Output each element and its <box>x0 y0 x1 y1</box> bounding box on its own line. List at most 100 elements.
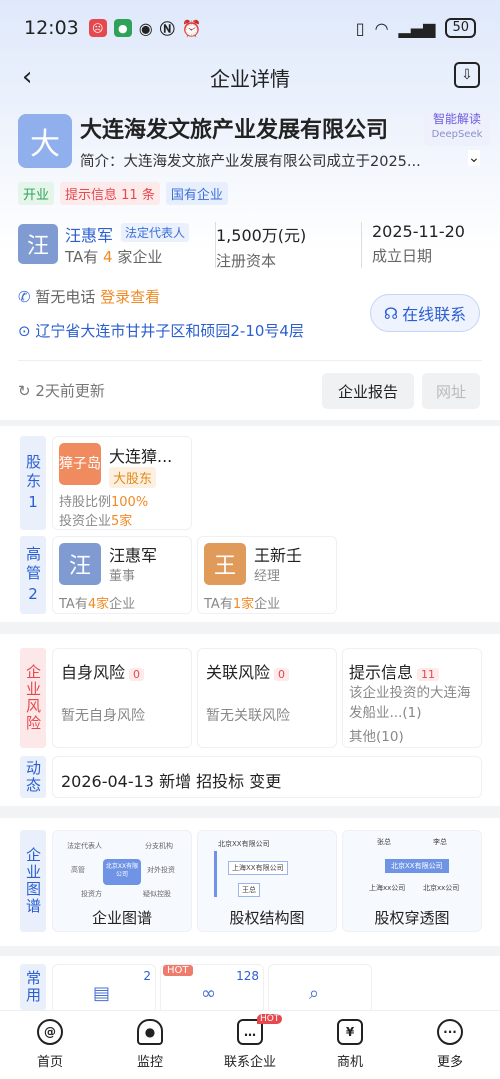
graph-label: 企业图谱 <box>20 830 46 932</box>
phone-icon: ✆ <box>18 288 31 306</box>
common-label: 常用 <box>20 964 46 1010</box>
document-icon: ▤ <box>93 983 111 1004</box>
shareholder-invest-label: 投资企业 <box>59 514 112 529</box>
status-icons: ☹ ● ◉ Ⓝ ⏰ <box>88 18 202 39</box>
graph-node: 张总 <box>377 838 391 846</box>
executive-name: 王新壬 <box>254 546 303 565</box>
people-card: 股东 1 獐子岛 大连獐... 大股东 持股比例100% 投资企业5家 高管 2 汪… <box>0 426 500 622</box>
executive-companies-count: 1家 <box>232 597 255 612</box>
dynamic-label: 动态 <box>20 756 46 798</box>
major-shareholder-badge: 大股东 <box>109 467 157 488</box>
tab-monitor[interactable]: ● 监控 <box>100 1011 200 1079</box>
common-label-text: 常用 <box>24 970 42 1004</box>
tab-label: 商机 <box>336 1055 363 1070</box>
legal-rep-name[interactable]: 汪惠军 <box>65 222 113 246</box>
graph-node: 高管 <box>71 866 85 874</box>
tab-contact[interactable]: HOT … 联系企业 <box>200 1011 300 1079</box>
capital-value: 1,500万(元) <box>216 226 307 245</box>
risk-self-title-text: 自身风险 <box>61 663 126 682</box>
graph-node: 北京XX有限公司 <box>385 859 449 873</box>
shareholder-name: 大连獐... <box>109 447 173 466</box>
ai-sub-label: DeepSeek <box>431 129 483 140</box>
update-info: ↻ 2天前更新 <box>18 380 105 401</box>
shareholder-invest: 投资企业5家 <box>59 510 132 529</box>
hot-badge: HOT <box>163 965 193 976</box>
divider <box>18 360 482 361</box>
executive-avatar: 汪 <box>59 543 101 585</box>
executive-companies-pre: TA有 <box>204 597 233 612</box>
legal-rep-companies[interactable]: TA有 4 家企业 <box>65 246 162 267</box>
graph-node: 李总 <box>433 838 447 846</box>
shareholder-ratio-value: 100% <box>111 495 149 510</box>
risk-self-item[interactable]: 自身风险 0 暂无自身风险 <box>52 648 192 748</box>
risk-related-count: 0 <box>274 668 290 681</box>
tab-home[interactable]: @ 首页 <box>0 1011 100 1079</box>
capital-label: 注册资本 <box>216 252 277 270</box>
dynamic-item[interactable]: 2026-04-13 新增 招投标 变更 <box>52 756 482 798</box>
eye-icon: ◉ <box>138 18 153 38</box>
graph-node: 疑似控股 <box>143 890 171 898</box>
risk-label: 企业风险 <box>20 648 46 748</box>
executive-companies-post: 企业 <box>109 597 136 612</box>
download-icon[interactable]: ⇩ <box>454 62 480 88</box>
risk-hint-item[interactable]: 提示信息 11 该企业投资的大连海发船业...(1) 其他(10) <box>342 648 482 748</box>
address-row[interactable]: ⊙ 辽宁省大连市甘井子区和硕园2-10号4层 <box>18 320 304 341</box>
tab-label: 更多 <box>436 1055 463 1070</box>
common-tool-item[interactable]: ⌕ <box>268 964 372 1016</box>
expand-chevron-icon[interactable]: ⌄ <box>467 150 480 166</box>
common-tool-count: 128 <box>236 969 259 983</box>
wifi-icon: ◠ <box>374 18 389 38</box>
login-view-link[interactable]: 登录查看 <box>100 288 160 306</box>
phone-row: ✆ 暂无电话 登录查看 <box>18 286 160 307</box>
risk-hint-title-text: 提示信息 <box>349 663 414 682</box>
graph-item-equity-penetration[interactable]: 张总 李总 北京XX有限公司 上海xx公司 北京xx公司 股权穿透图 <box>342 830 482 932</box>
shareholder-ratio-label: 持股比例 <box>59 495 112 510</box>
executive-role: 董事 <box>109 569 136 584</box>
home-icon: @ <box>37 1019 63 1045</box>
link-icon: ∞ <box>201 983 216 1004</box>
online-contact-label: 在线联系 <box>402 305 467 324</box>
shareholder-item[interactable]: 獐子岛 大连獐... 大股东 持股比例100% 投资企业5家 <box>52 436 192 530</box>
graph-item-enterprise[interactable]: 北京XX有限公司 法定代表人 分支机构 高管 对外投资 投资方 疑似控股 企业图… <box>52 830 192 932</box>
founded-label: 成立日期 <box>372 247 433 265</box>
risk-hint-desc: 该企业投资的大连海发船业...(1) <box>349 685 471 721</box>
executive-item[interactable]: 王 王新壬 经理 TA有1家企业 <box>197 536 337 614</box>
tag-status: 开业 <box>18 182 55 205</box>
company-brief-text: 简介：大连海发文旅产业发展有限公司成立于2025... <box>80 154 421 170</box>
company-logo: 大 <box>18 114 72 168</box>
back-icon[interactable]: ‹ <box>22 62 32 92</box>
executive-companies: TA有1家企业 <box>204 593 280 612</box>
ai-analysis-button[interactable]: 智能解读 DeepSeek <box>424 110 490 146</box>
tab-more[interactable]: ··· 更多 <box>400 1011 500 1079</box>
company-brief[interactable]: 简介：大连海发文旅产业发展有限公司成立于2025... ⌄ <box>80 150 480 171</box>
legal-rep-avatar[interactable]: 汪 <box>18 224 58 264</box>
wechat-icon: ● <box>113 19 132 37</box>
graph-item-equity-structure[interactable]: 北京XX有限公司 上海XX有限公司 王总 股权结构图 <box>197 830 337 932</box>
tag-alert[interactable]: 提示信息 11 条 <box>60 182 160 205</box>
graph-node: 上海XX有限公司 <box>228 861 288 875</box>
key-info-row: 汪 汪惠军 法定代表人 TA有 4 家企业 1,500万(元) 注册资本 202… <box>18 222 482 270</box>
graph-node: 王总 <box>238 883 260 897</box>
dnd-icon: ☹ <box>88 19 107 37</box>
common-card: 常用 2 ▤ HOT 128 ∞ ⌕ <box>0 956 500 1016</box>
common-tool-item[interactable]: HOT 128 ∞ <box>160 964 264 1016</box>
phone-text: 暂无电话 <box>35 288 96 306</box>
common-tool-item[interactable]: 2 ▤ <box>52 964 156 1016</box>
graph-node: 法定代表人 <box>67 842 102 850</box>
graph-node: 分支机构 <box>145 842 173 850</box>
tab-opportunity[interactable]: ¥ 商机 <box>300 1011 400 1079</box>
legal-rep-sub-post: 家企业 <box>117 248 163 266</box>
tab-label: 联系企业 <box>223 1055 276 1070</box>
report-button[interactable]: 企业报告 <box>322 373 414 409</box>
risk-self-count: 0 <box>129 668 145 681</box>
shareholder-avatar: 獐子岛 <box>59 443 101 485</box>
update-text: 2天前更新 <box>35 382 105 400</box>
risk-related-item[interactable]: 关联风险 0 暂无关联风险 <box>197 648 337 748</box>
executive-count: 2 <box>28 585 38 603</box>
website-button[interactable]: 网址 <box>422 373 480 409</box>
executive-companies-count: 4家 <box>87 597 110 612</box>
risk-related-title: 关联风险 0 <box>206 659 290 683</box>
executive-item[interactable]: 汪 汪惠军 董事 TA有4家企业 <box>52 536 192 614</box>
shareholder-invest-value: 5家 <box>111 514 133 529</box>
online-contact-button[interactable]: ☊ 在线联系 <box>370 294 480 332</box>
